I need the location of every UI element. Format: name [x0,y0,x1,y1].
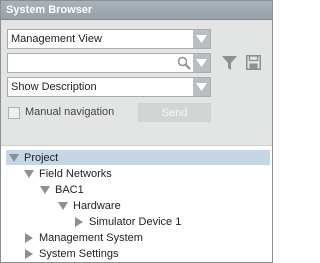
search-icon[interactable] [177,56,191,73]
tree-node-label: Management System [39,231,143,244]
expanded-triangle-icon[interactable] [8,153,20,163]
expanded-triangle-icon[interactable] [57,201,69,211]
save-icon[interactable] [246,55,261,73]
expanded-triangle-icon[interactable] [39,185,51,195]
tree-node-label: Field Networks [39,167,112,180]
tree-node-label: Project [24,151,59,164]
view-select-chevron-down-icon[interactable] [193,30,210,48]
window-title: System Browser [1,1,272,20]
tree-node-simulator-device-1[interactable]: Simulator Device 1 [73,214,181,229]
tree-node-system-settings[interactable]: System Settings [23,246,118,261]
collapsed-triangle-icon[interactable] [73,216,85,227]
system-tree: Project Field Networks BAC1 Hardware Sim… [1,146,272,262]
tree-node-label: Simulator Device 1 [89,215,182,228]
description-select-value: Show Description [11,81,97,93]
send-button[interactable]: Send [138,103,211,122]
manual-navigation-checkbox[interactable] [8,107,20,119]
manual-navigation-label: Manual navigation [25,106,115,118]
filter-panel: Management View Show Description Manual … [1,20,272,145]
tree-node-label: System Settings [39,247,119,260]
description-select-chevron-down-icon[interactable] [193,78,210,96]
description-select[interactable]: Show Description [7,77,211,97]
view-select[interactable]: Management View [7,29,211,49]
collapsed-triangle-icon[interactable] [23,232,35,243]
view-select-value: Management View [11,33,102,45]
collapsed-triangle-icon[interactable] [23,248,35,259]
search-input[interactable] [7,53,211,73]
tree-node-bac1[interactable]: BAC1 [39,182,84,197]
tree-node-hardware[interactable]: Hardware [57,198,121,213]
tree-node-label: BAC1 [55,183,84,196]
filter-icon[interactable] [222,56,237,73]
tree-node-management-system[interactable]: Management System [23,230,143,245]
search-chevron-down-icon[interactable] [193,54,210,72]
tree-node-label: Hardware [73,199,121,212]
system-browser-window: System Browser Management View Show Desc… [0,0,273,263]
tree-node-project[interactable]: Project [6,150,270,165]
tree-node-field-networks[interactable]: Field Networks [23,166,112,181]
expanded-triangle-icon[interactable] [23,169,35,179]
